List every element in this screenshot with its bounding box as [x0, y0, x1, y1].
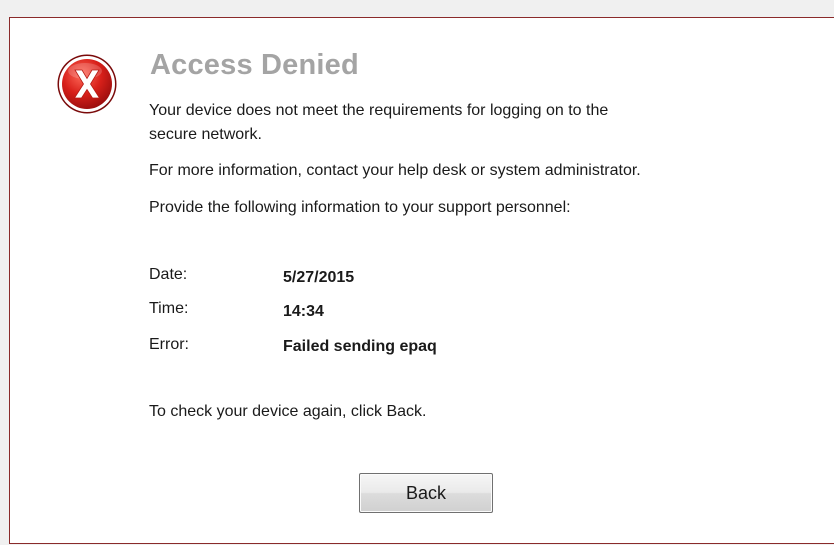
- message-line-2: secure network.: [149, 126, 262, 143]
- time-label: Time:: [149, 300, 189, 317]
- error-value: Failed sending epaq: [283, 338, 437, 355]
- date-label: Date:: [149, 266, 188, 283]
- date-value: 5/27/2015: [283, 269, 355, 286]
- message-line-1: Your device does not meet the requiremen…: [149, 102, 609, 119]
- more-info-text: For more information, contact your help …: [149, 162, 641, 179]
- dialog-title: Access Denied: [150, 49, 359, 81]
- error-x-icon: [57, 54, 117, 114]
- back-button[interactable]: Back: [359, 473, 493, 513]
- time-value: 14:34: [283, 303, 324, 320]
- access-denied-panel: Access Denied Your device does not meet …: [9, 17, 834, 544]
- provide-info-text: Provide the following information to you…: [149, 199, 571, 216]
- recheck-text: To check your device again, click Back.: [149, 403, 427, 420]
- error-label: Error:: [149, 336, 189, 353]
